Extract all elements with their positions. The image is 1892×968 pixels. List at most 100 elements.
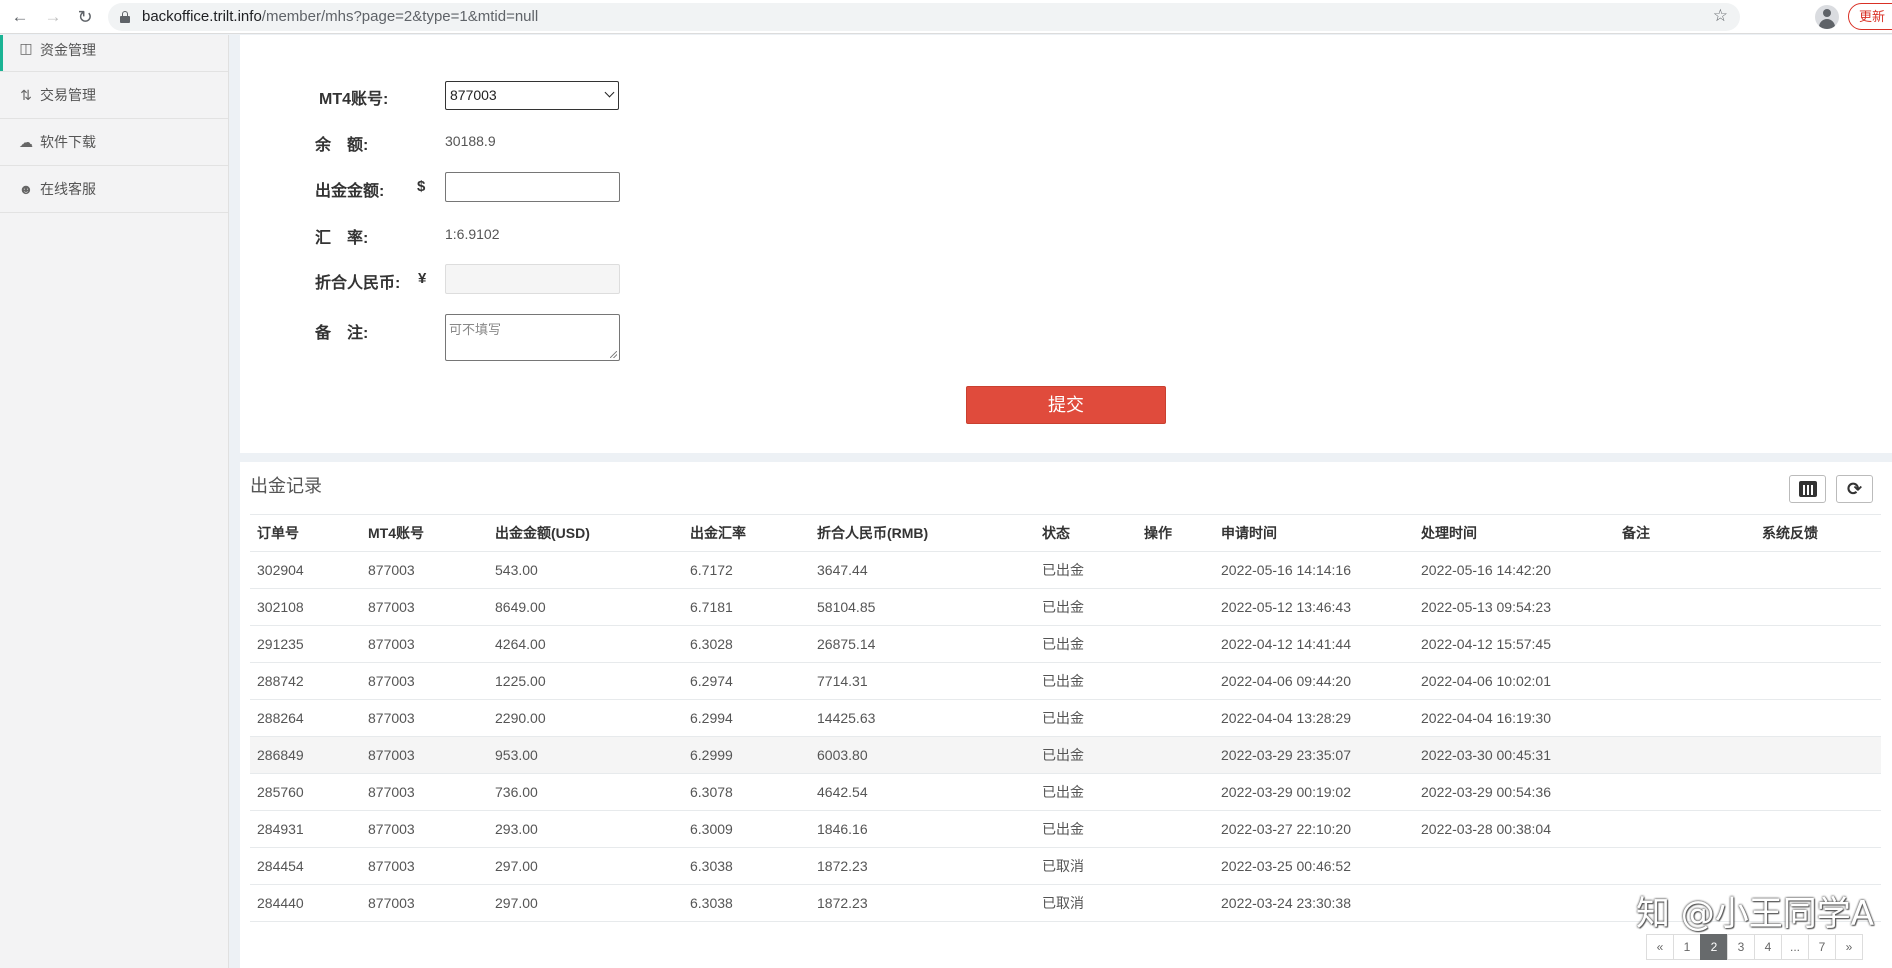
table-cell: 877003: [361, 699, 488, 737]
table-cell: 2022-03-24 23:30:38: [1214, 884, 1414, 922]
table-cell: 2022-03-29 00:54:36: [1414, 773, 1615, 811]
table-cell: [1137, 625, 1214, 663]
sidebar-item-funds[interactable]: ◫ 资金管理: [0, 35, 228, 72]
table-cell: 6.2994: [683, 699, 810, 737]
back-arrow-icon[interactable]: ←: [8, 5, 32, 29]
watermark: 知 @小王同学A: [1636, 894, 1875, 934]
sidebar: ◫ 资金管理 ⇅ 交易管理 ☁ 软件下载 ☻ 在线客服: [0, 35, 229, 968]
column-header: 备注: [1615, 514, 1755, 552]
profile-avatar-icon[interactable]: [1815, 5, 1839, 29]
table-cell: [1755, 625, 1881, 663]
sidebar-item-support[interactable]: ☻ 在线客服: [0, 166, 228, 213]
table-cell: 6.2999: [683, 736, 810, 774]
forward-arrow-icon[interactable]: →: [41, 5, 65, 29]
table-cell: 877003: [361, 884, 488, 922]
amount-label: 出金金额:: [315, 183, 385, 200]
table-row[interactable]: 284931 877003 293.00 6.3009 1846.16 已出金 2022-0…: [250, 810, 1881, 848]
cloud-download-icon: ☁: [19, 134, 33, 150]
page-button[interactable]: 2: [1700, 934, 1728, 960]
table-row[interactable]: 288264 877003 2290.00 6.2994 14425.63 已出金 2022…: [250, 699, 1881, 737]
page-button[interactable]: 1: [1673, 934, 1701, 960]
table-cell: [1755, 736, 1881, 774]
calendar-button[interactable]: [1789, 475, 1826, 503]
column-header: 操作: [1137, 514, 1214, 552]
balance-label: 余 额:: [315, 137, 369, 154]
page-button[interactable]: 4: [1754, 934, 1782, 960]
table-cell: 6.3038: [683, 884, 810, 922]
sidebar-item-download[interactable]: ☁ 软件下载: [0, 119, 228, 166]
table-cell: 8649.00: [488, 588, 683, 626]
table-cell: [1615, 773, 1755, 811]
remark-textarea[interactable]: 可不填写: [445, 314, 620, 361]
refresh-button[interactable]: ⟳: [1836, 475, 1873, 503]
table-cell: [1137, 588, 1214, 626]
table-cell: 已取消: [1035, 884, 1137, 922]
table-cell: [1414, 884, 1615, 922]
table-row[interactable]: 284454 877003 297.00 6.3038 1872.23 已取消 2022-0…: [250, 847, 1881, 885]
page-next-button[interactable]: »: [1835, 934, 1863, 960]
remark-placeholder: 可不填写: [449, 322, 502, 337]
table-cell: 293.00: [488, 810, 683, 848]
table-cell: 953.00: [488, 736, 683, 774]
table-cell: 已出金: [1035, 699, 1137, 737]
table-cell: 2022-05-16 14:42:20: [1414, 551, 1615, 589]
chevron-down-icon: [604, 87, 615, 98]
column-header: MT4账号: [361, 514, 488, 552]
url-text[interactable]: backoffice.trilt.info/member/mhs?page=2&…: [142, 8, 538, 25]
table-cell: [1615, 625, 1755, 663]
sidebar-item-label: 交易管理: [40, 87, 96, 103]
table-cell: 2022-03-29 00:19:02: [1214, 773, 1414, 811]
table-cell: 4642.54: [810, 773, 1035, 811]
submit-button[interactable]: 提交: [966, 386, 1166, 424]
table-cell: 26875.14: [810, 625, 1035, 663]
column-header: 申请时间: [1214, 514, 1414, 552]
table-cell: 284931: [250, 810, 361, 848]
records-title: 出金记录: [250, 476, 322, 496]
table-cell: 4264.00: [488, 625, 683, 663]
browser-update-button[interactable]: 更新: [1848, 3, 1892, 30]
address-bar[interactable]: backoffice.trilt.info/member/mhs?page=2&…: [108, 3, 1740, 31]
table-cell: [1755, 810, 1881, 848]
table-cell: [1137, 773, 1214, 811]
table-cell: 6.3009: [683, 810, 810, 848]
table-cell: 2022-04-04 13:28:29: [1214, 699, 1414, 737]
dollar-symbol: $: [417, 178, 426, 195]
sidebar-item-trading[interactable]: ⇅ 交易管理: [0, 72, 228, 119]
table-row[interactable]: 286849 877003 953.00 6.2999 6003.80 已出金 2022-0…: [250, 736, 1881, 774]
table-row[interactable]: 291235 877003 4264.00 6.3028 26875.14 已出金 2022…: [250, 625, 1881, 663]
table-cell: 877003: [361, 662, 488, 700]
table-row[interactable]: 285760 877003 736.00 6.3078 4642.54 已出金 2022-0…: [250, 773, 1881, 811]
page-prev-button[interactable]: «: [1646, 934, 1674, 960]
reload-icon[interactable]: ↻: [73, 5, 97, 29]
table-cell: [1137, 810, 1214, 848]
table-cell: 2022-05-13 09:54:23: [1414, 588, 1615, 626]
table-cell: 2022-03-27 22:10:20: [1214, 810, 1414, 848]
table-cell: [1615, 699, 1755, 737]
page-button: ...: [1781, 934, 1809, 960]
table-cell: 877003: [361, 736, 488, 774]
resize-grip-icon[interactable]: [610, 351, 617, 358]
table-cell: 已出金: [1035, 810, 1137, 848]
table-cell: 6.3038: [683, 847, 810, 885]
table-cell: 284454: [250, 847, 361, 885]
table-cell: 302904: [250, 551, 361, 589]
page-button[interactable]: 3: [1727, 934, 1755, 960]
table-row[interactable]: 302904 877003 543.00 6.7172 3647.44 已出金 2022-0…: [250, 551, 1881, 589]
table-cell: 877003: [361, 551, 488, 589]
page-button[interactable]: 7: [1808, 934, 1836, 960]
bookmark-star-icon[interactable]: ☆: [1713, 6, 1728, 26]
amount-input[interactable]: [445, 172, 620, 202]
table-row[interactable]: 302108 877003 8649.00 6.7181 58104.85 已出金 2022…: [250, 588, 1881, 626]
sidebar-item-label: 软件下载: [40, 134, 96, 150]
table-cell: [1137, 551, 1214, 589]
table-cell: 288742: [250, 662, 361, 700]
table-cell: 2022-04-06 10:02:01: [1414, 662, 1615, 700]
table-cell: [1137, 847, 1214, 885]
table-cell: 已出金: [1035, 625, 1137, 663]
account-select[interactable]: 877003: [445, 81, 619, 110]
table-cell: 302108: [250, 588, 361, 626]
rmb-label: 折合人民币:: [315, 275, 401, 292]
table-cell: [1137, 884, 1214, 922]
table-cell: 291235: [250, 625, 361, 663]
table-row[interactable]: 288742 877003 1225.00 6.2974 7714.31 已出金 2022-…: [250, 662, 1881, 700]
